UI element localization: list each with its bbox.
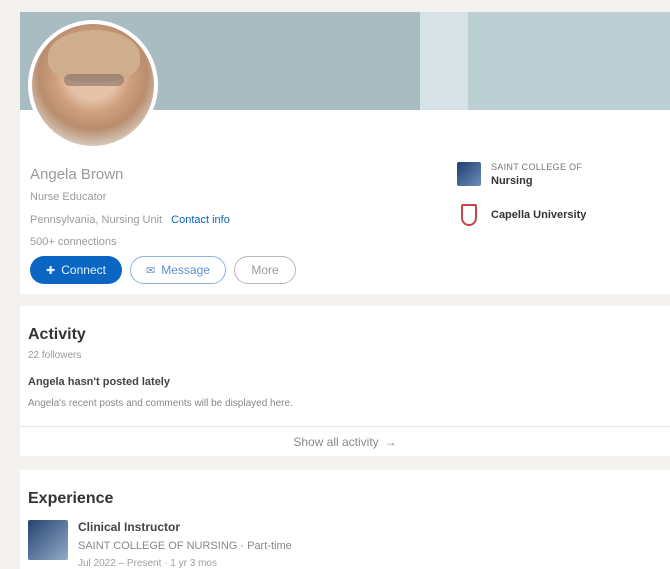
banner-right-panel bbox=[468, 12, 670, 110]
message-icon: ✉ bbox=[146, 264, 156, 277]
show-all-activity-label: Show all activity bbox=[293, 435, 379, 449]
activity-empty-subtitle: Angela's recent posts and comments will … bbox=[28, 398, 293, 409]
university-org-text: Capella University bbox=[491, 208, 586, 222]
connect-button[interactable]: ✚ Connect bbox=[30, 256, 122, 284]
profile-name: Angela Brown bbox=[30, 166, 124, 183]
add-user-icon: ✚ bbox=[46, 264, 56, 277]
connect-label: Connect bbox=[61, 263, 106, 277]
experience-role: Clinical Instructor bbox=[78, 520, 181, 534]
university-org[interactable]: Capella University bbox=[457, 204, 586, 226]
university-org-name: Capella University bbox=[491, 209, 587, 221]
activity-empty-title: Angela hasn't posted lately bbox=[28, 376, 170, 388]
activity-title: Activity bbox=[28, 326, 86, 343]
experience-section: Experience Clinical Instructor SAINT COL… bbox=[20, 470, 670, 569]
education-org-subtitle: SAINT COLLEGE OF bbox=[491, 162, 583, 172]
experience-org: SAINT COLLEGE OF NURSING · Part-time bbox=[78, 540, 292, 552]
profile-actions: ✚ Connect ✉ Message More bbox=[30, 256, 296, 284]
experience-title: Experience bbox=[28, 490, 114, 507]
profile-headline: Nurse Educator bbox=[30, 191, 107, 203]
location-text: Pennsylvania, Nursing Unit bbox=[30, 214, 163, 226]
followers-count[interactable]: 22 followers bbox=[28, 350, 81, 361]
school-logo-icon bbox=[457, 162, 481, 186]
show-all-activity-button[interactable]: Show all activity → bbox=[20, 426, 670, 457]
more-label: More bbox=[251, 263, 279, 277]
education-org[interactable]: SAINT COLLEGE OF Nursing bbox=[457, 160, 582, 188]
avatar-glasses bbox=[64, 74, 124, 86]
experience-details: Clinical Instructor SAINT COLLEGE OF NUR… bbox=[78, 520, 292, 569]
arrow-right-icon: → bbox=[384, 435, 397, 449]
contact-info-link[interactable]: Contact info bbox=[171, 214, 230, 226]
experience-dates: Jul 2022 – Present · 1 yr 3 mos bbox=[78, 558, 217, 569]
connections-count[interactable]: 500+ connections bbox=[30, 236, 117, 248]
experience-item[interactable]: Clinical Instructor SAINT COLLEGE OF NUR… bbox=[28, 520, 292, 569]
message-label: Message bbox=[161, 263, 210, 277]
profile-card: Angela Brown Nurse Educator Pennsylvania… bbox=[20, 12, 670, 294]
profile-location: Pennsylvania, Nursing Unit Contact info bbox=[30, 214, 230, 226]
company-logo-icon bbox=[28, 520, 68, 560]
more-button[interactable]: More bbox=[234, 256, 296, 284]
message-button[interactable]: ✉ Message bbox=[130, 256, 226, 284]
university-shield-icon bbox=[461, 204, 477, 226]
education-org-name: Nursing bbox=[491, 175, 533, 187]
avatar[interactable] bbox=[28, 20, 158, 150]
activity-section: Activity 22 followers Angela hasn't post… bbox=[20, 306, 670, 456]
education-org-text: SAINT COLLEGE OF Nursing bbox=[491, 160, 582, 188]
